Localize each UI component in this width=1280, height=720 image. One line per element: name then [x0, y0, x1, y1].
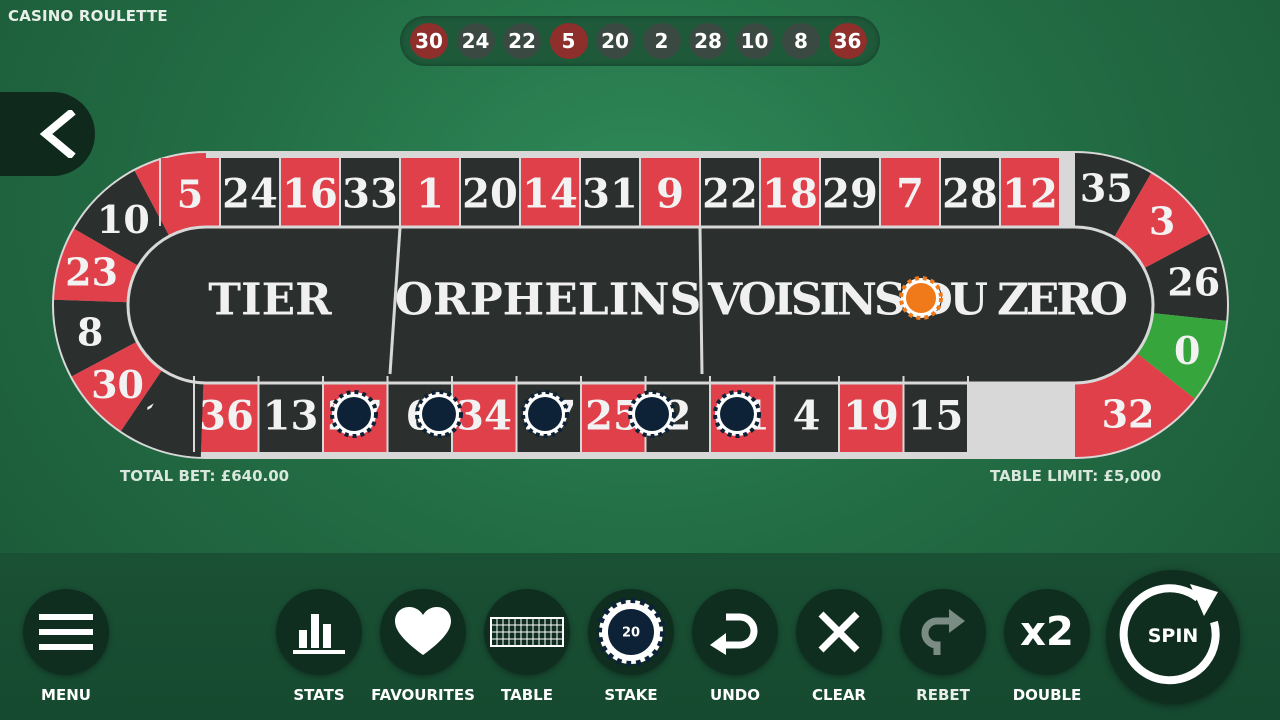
undo-button[interactable]: UNDO	[691, 589, 779, 704]
pocket-number: 20	[462, 171, 518, 218]
bet-chip[interactable]	[899, 276, 943, 320]
double-icon: x2	[1020, 609, 1074, 655]
double-label: DOUBLE	[1012, 686, 1082, 704]
double-button[interactable]: x2 DOUBLE	[1003, 589, 1091, 704]
pocket-number: 12	[1002, 171, 1058, 218]
pocket-number: 24	[222, 171, 278, 218]
close-icon	[818, 611, 860, 653]
pocket-number: 16	[282, 171, 338, 218]
pocket-number: 8	[77, 309, 103, 354]
rebet-button[interactable]: REBET	[899, 589, 987, 704]
hamburger-icon	[39, 614, 93, 650]
pocket-number: 4	[793, 393, 821, 440]
pocket-number: 26	[1167, 259, 1220, 304]
pocket-number: 9	[656, 171, 684, 218]
bet-chip[interactable]	[330, 390, 378, 438]
pocket-number: 34	[456, 393, 512, 440]
stake-button[interactable]: 20 STAKE	[587, 589, 675, 704]
spin-label: SPIN	[1147, 625, 1199, 647]
favourites-button[interactable]: FAVOURITES	[371, 589, 475, 704]
pocket-number: 18	[762, 171, 818, 218]
pocket-number: 7	[896, 171, 924, 218]
table-limit: TABLE LIMIT: £5,000	[990, 467, 1162, 485]
pocket-number: 29	[822, 171, 878, 218]
pocket-number: 13	[263, 393, 319, 440]
pocket-number: 3	[1149, 198, 1175, 243]
bet-chip[interactable]	[713, 390, 761, 438]
pocket-number: 22	[702, 171, 758, 218]
table-button[interactable]: TABLE	[483, 589, 571, 704]
bet-chip[interactable]	[628, 390, 676, 438]
pocket-number: 28	[942, 171, 998, 218]
sector-label[interactable]: ORPHELINS	[395, 275, 702, 326]
pocket-number: 35	[1080, 166, 1133, 211]
pocket-number: 5	[177, 172, 203, 217]
pocket-number: 14	[522, 171, 578, 218]
pocket-number: 10	[97, 197, 150, 242]
spin-button[interactable]: SPIN	[1106, 570, 1240, 704]
pocket-number: 23	[65, 250, 118, 295]
heart-icon	[395, 607, 451, 655]
sector-label[interactable]: TIER	[208, 275, 332, 326]
menu-label: MENU	[41, 686, 91, 704]
pocket-number: 1	[416, 171, 444, 218]
pocket-number: 19	[843, 393, 899, 440]
pocket-number: 33	[342, 171, 398, 218]
table-layout-icon	[490, 617, 564, 647]
pocket-number: 30	[91, 362, 144, 407]
bar-chart-icon	[293, 614, 345, 654]
menu-button[interactable]: MENU	[22, 589, 110, 704]
bet-chip[interactable]	[521, 390, 569, 438]
chip-icon: 20	[597, 598, 665, 666]
bet-chip[interactable]	[415, 390, 463, 438]
stake-value: 20	[622, 626, 640, 641]
total-bet: TOTAL BET: £640.00	[120, 467, 290, 485]
pocket-number: 36	[198, 393, 254, 440]
stats-button[interactable]: STATS	[275, 589, 363, 704]
pocket-number: 32	[1102, 391, 1155, 436]
redo-icon	[921, 609, 965, 655]
clear-button[interactable]: CLEAR	[795, 589, 883, 704]
pocket-number: 31	[582, 171, 638, 218]
pocket-number: 15	[908, 393, 964, 440]
undo-icon	[710, 613, 758, 655]
pocket-number: 0	[1174, 328, 1200, 373]
